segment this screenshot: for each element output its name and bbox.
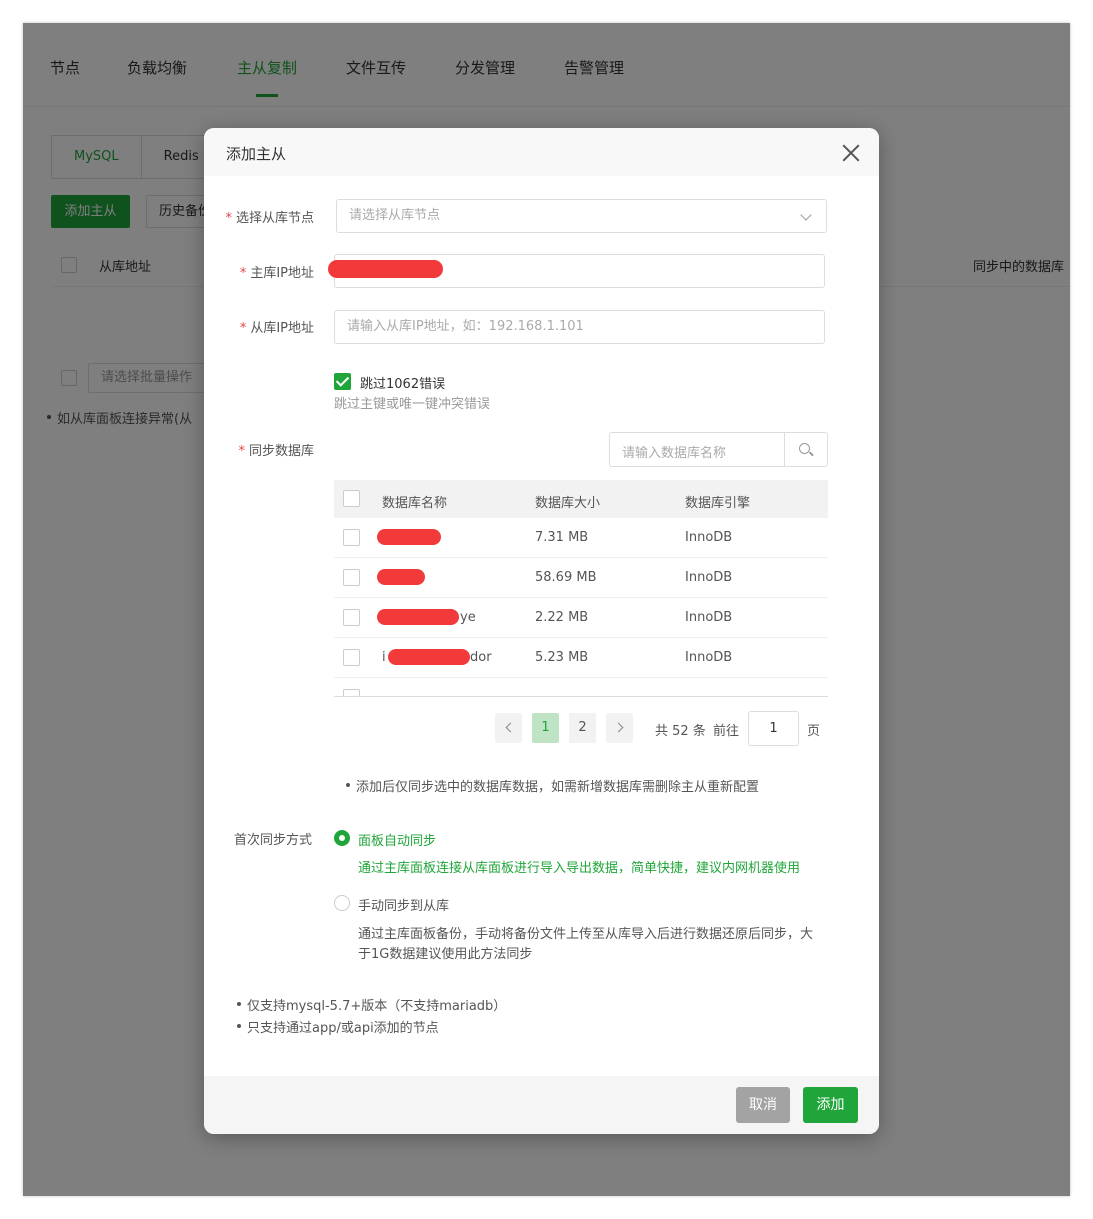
table-row: i dor 5.23 MB InnoDB [334, 638, 828, 678]
db-engine: InnoDB [685, 570, 733, 585]
sync-manual-radio[interactable] [334, 895, 350, 911]
db-size: 7.31 MB [535, 530, 589, 545]
db-engine: InnoDB [685, 610, 733, 625]
table-row: 7.31 MB InnoDB [334, 518, 828, 558]
col-db-name: 数据库名称 [382, 496, 448, 511]
redaction-mark [328, 260, 443, 278]
db-size: 5.23 MB [535, 650, 589, 665]
slave-ip-label: * 从库IP地址 [239, 321, 314, 336]
dialog-title: 添加主从 [226, 145, 287, 163]
sync-manual-desc: 通过主库面板备份，手动将备份文件上传至从库导入后进行数据还原后同步，大 [358, 927, 814, 942]
page-button-2[interactable]: 2 [569, 713, 596, 743]
select-all-db-checkbox[interactable] [343, 490, 360, 507]
dialog-footer: 取消 添加 [204, 1076, 879, 1134]
dialog-header: 添加主从 [204, 128, 879, 176]
add-button[interactable]: 添加 [803, 1087, 858, 1123]
goto-page-input[interactable]: 1 [748, 711, 799, 746]
row-checkbox[interactable] [343, 689, 360, 696]
table-row: ye 2.22 MB InnoDB [334, 598, 828, 638]
sync-auto-desc: 通过主库面板连接从库面板进行导入导出数据，简单快捷，建议内网机器使用 [358, 861, 801, 876]
db-size: 2.22 MB [535, 610, 589, 625]
slave-ip-input[interactable]: 请输入从库IP地址，如：192.168.1.101 [334, 310, 825, 344]
tip-item: 仅支持mysql-5.7+版本（不支持mariadb） [236, 995, 506, 1014]
table-header: 数据库名称 数据库大小 数据库引擎 [334, 480, 828, 518]
db-name-suffix: dor [470, 650, 492, 665]
row-checkbox[interactable] [343, 649, 360, 666]
skip-1062-hint: 跳过主键或唯一键冲突错误 [334, 397, 491, 412]
row-checkbox[interactable] [343, 609, 360, 626]
sync-auto-radio[interactable] [334, 830, 350, 846]
redaction-mark [377, 529, 441, 545]
close-icon[interactable] [840, 142, 862, 164]
next-page-button[interactable] [606, 713, 633, 743]
col-db-engine: 数据库引擎 [685, 496, 751, 511]
add-master-slave-dialog: 添加主从 * 选择从库节点 请选择从库节点 * 主库IP地址 * 从库IP地址 请输入… [204, 128, 879, 1134]
db-sync-note: 添加后仅同步选中的数据库数据，如需新增数据库需删除主从重新配置 [345, 776, 759, 795]
page-button-1[interactable]: 1 [532, 713, 559, 743]
skip-1062-label: 跳过1062错误 [360, 377, 446, 392]
sync-auto-label[interactable]: 面板自动同步 [358, 830, 436, 849]
db-search-input[interactable]: 请输入数据库名称 [609, 432, 828, 467]
chevron-left-icon [505, 722, 516, 733]
page-suffix: 页 [807, 724, 821, 739]
sync-manual-desc-cont: 于1G数据建议使用此方法同步 [358, 947, 533, 962]
redaction-mark [377, 609, 459, 625]
table-row: 58.69 MB InnoDB [334, 558, 828, 598]
db-size: 58.69 MB [535, 570, 597, 585]
row-checkbox[interactable] [343, 569, 360, 586]
goto-label: 前往 [713, 724, 740, 739]
db-engine: InnoDB [685, 650, 733, 665]
redaction-mark [377, 569, 425, 585]
slave-node-label: * 选择从库节点 [225, 211, 314, 226]
redaction-mark [388, 649, 470, 665]
sync-db-label: * 同步数据库 [238, 444, 314, 459]
table-row-partial [334, 678, 828, 696]
tip-item: 只支持通过app/或api添加的节点 [237, 1017, 439, 1036]
skip-1062-checkbox[interactable] [334, 373, 351, 390]
col-db-size: 数据库大小 [535, 496, 601, 511]
slave-node-select[interactable]: 请选择从库节点 [336, 199, 827, 233]
db-engine: InnoDB [685, 530, 733, 545]
db-name-prefix: i [382, 650, 386, 665]
total-count: 共 52 条 [655, 724, 706, 739]
cancel-button[interactable]: 取消 [736, 1087, 790, 1123]
db-name: ye [460, 610, 476, 625]
row-checkbox[interactable] [343, 529, 360, 546]
prev-page-button[interactable] [495, 713, 522, 743]
chevron-down-icon [800, 209, 812, 221]
search-button[interactable] [784, 433, 827, 466]
chevron-right-icon [613, 722, 624, 733]
sync-manual-label[interactable]: 手动同步到从库 [358, 895, 449, 914]
first-sync-label: 首次同步方式 [234, 833, 313, 848]
master-ip-label: * 主库IP地址 [239, 266, 314, 281]
database-table: 数据库名称 数据库大小 数据库引擎 7.31 MB InnoDB 58.69 M… [334, 480, 828, 697]
